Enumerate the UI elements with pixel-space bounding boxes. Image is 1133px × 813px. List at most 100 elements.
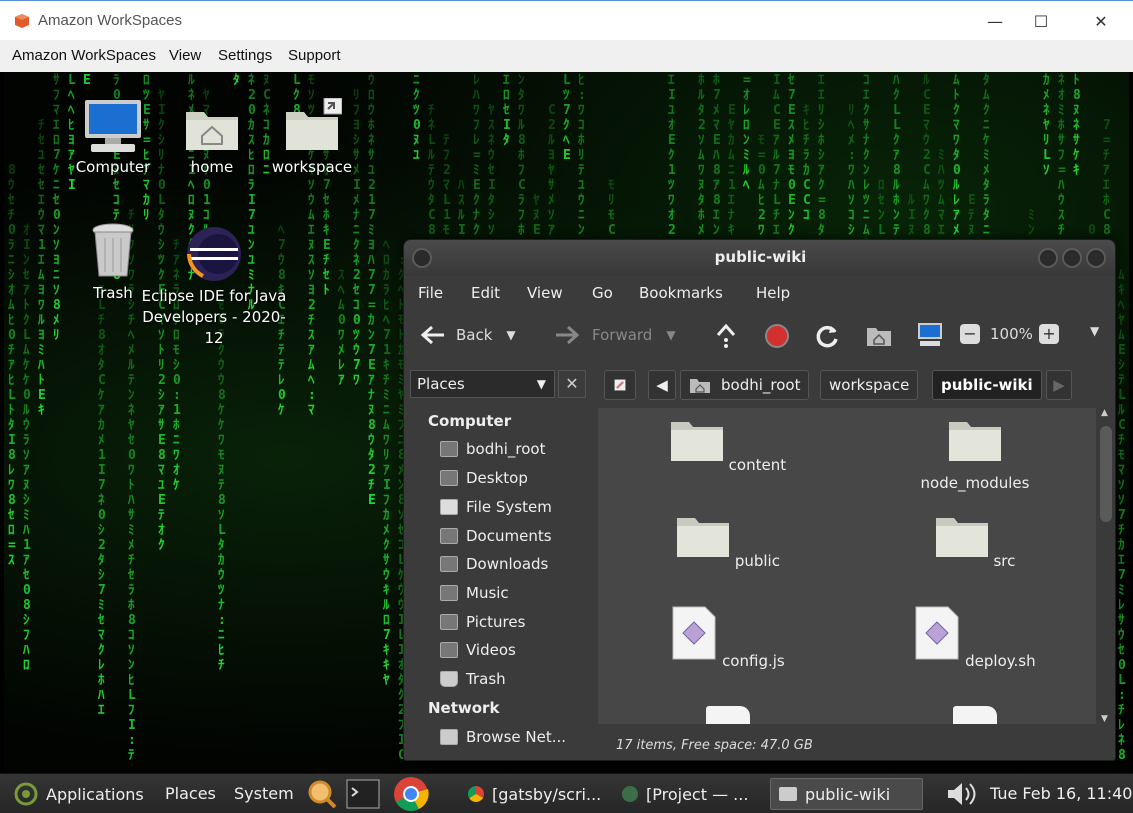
desktop-icon-home[interactable]: home (172, 98, 252, 176)
matrix-glyph: ﾃ (158, 508, 165, 523)
reload-button[interactable] (814, 323, 840, 349)
toolbar-overflow-button[interactable]: ▼ (1090, 324, 1099, 338)
close-button[interactable]: ✕ (1078, 7, 1124, 35)
menu-amazon-workspaces[interactable]: Amazon WorkSpaces (12, 47, 156, 64)
menu-file[interactable]: File (418, 284, 443, 302)
matrix-glyph: 8 (8, 448, 16, 463)
desktop-icon-eclipse[interactable]: Eclipse IDE for Java Developers - 2020-1… (134, 226, 294, 349)
menu-bookmarks[interactable]: Bookmarks (639, 284, 723, 302)
matrix-glyph: ﾜ (38, 298, 45, 313)
edit-location-button[interactable] (604, 370, 636, 400)
close-button[interactable] (1086, 248, 1106, 268)
sidebar-item-downloads[interactable]: Downloads (440, 555, 548, 573)
desktop-icon-computer[interactable]: Computer (68, 98, 158, 176)
system-menu-button[interactable]: System (234, 784, 294, 803)
matrix-glyph: ﾒ (953, 223, 960, 238)
home-button[interactable] (866, 323, 892, 347)
matrix-glyph: ﾐ (473, 163, 480, 178)
partially-visible-file[interactable] (706, 706, 750, 724)
zoom-out-button[interactable]: − (960, 324, 980, 344)
menu-go[interactable]: Go (592, 284, 613, 302)
menu-support[interactable]: Support (288, 47, 341, 64)
chrome-launcher[interactable] (393, 776, 429, 813)
forward-history-dropdown[interactable]: ▼ (666, 328, 675, 342)
sidebar-item-file-system[interactable]: File System (440, 498, 552, 516)
matrix-glyph: ﾆ (728, 163, 735, 178)
file-item-deploy-sh[interactable]: deploy.sh (895, 606, 1055, 670)
matrix-glyph: ｾ (877, 193, 885, 208)
zoom-in-button[interactable]: + (1038, 324, 1059, 344)
taskbar-window-project[interactable]: [Project — ... (614, 778, 756, 810)
maximize-button[interactable]: ☐ (1018, 7, 1064, 35)
breadcrumb-scroll-left[interactable]: ◀ (648, 370, 676, 400)
matrix-glyph: I (908, 208, 916, 223)
matrix-glyph: ﾖ (548, 148, 555, 163)
desktop-icon-workspace[interactable]: workspace (262, 98, 362, 176)
breadcrumb-workspace[interactable]: workspace (820, 370, 919, 400)
menu-help[interactable]: Help (756, 284, 790, 302)
sidebar-places-selector[interactable]: Places ▼ (410, 370, 555, 398)
matrix-glyph: 1 (203, 193, 211, 208)
back-button[interactable]: Back ▼ (418, 324, 516, 346)
matrix-glyph: E (1118, 343, 1126, 358)
sidebar-item-desktop[interactable]: Desktop (440, 469, 528, 487)
matrix-glyph: ｱ (23, 553, 30, 568)
file-view-scrollbar[interactable]: ▲ ▼ (1097, 408, 1115, 724)
search-launcher[interactable] (306, 779, 338, 813)
breadcrumb-scroll-right[interactable]: ▶ (1046, 370, 1072, 400)
matrix-glyph: ｹ (218, 418, 225, 433)
file-item-public[interactable]: public (648, 514, 808, 570)
menu-edit[interactable]: Edit (471, 284, 500, 302)
places-menu-button[interactable]: Places (165, 784, 216, 803)
sidebar-item-bodhi-root[interactable]: bodhi_root (440, 440, 545, 458)
file-item-config-js[interactable]: config.js (648, 606, 808, 670)
scrollbar-thumb[interactable] (1100, 426, 1112, 522)
partially-visible-file[interactable] (953, 706, 997, 724)
forward-button[interactable]: Forward ▼ (554, 324, 676, 346)
computer-button[interactable] (916, 322, 944, 348)
clock[interactable]: Tue Feb 16, 11:40 (990, 784, 1132, 803)
sidebar-item-pictures[interactable]: Pictures (440, 613, 525, 631)
matrix-glyph: ｼ (173, 358, 180, 373)
file-item-node-modules[interactable]: node_modules (895, 418, 1055, 492)
matrix-glyph: 0 (8, 328, 16, 343)
matrix-glyph: ｺ (113, 193, 120, 208)
matrix-glyph: L (773, 193, 781, 208)
file-item-src[interactable]: src (895, 514, 1055, 570)
matrix-glyph: ｻ (1073, 133, 1080, 148)
menu-view[interactable]: View (527, 284, 563, 302)
close-sidebar-button[interactable]: ✕ (558, 370, 586, 398)
matrix-glyph: I (248, 193, 256, 208)
up-button[interactable] (714, 323, 738, 349)
sidebar-item-trash[interactable]: Trash (440, 670, 506, 688)
file-item-content[interactable]: content (648, 418, 808, 474)
taskbar-window-gatsby[interactable]: [gatsby/scri... (460, 778, 609, 810)
sidebar-item-videos[interactable]: Videos (440, 641, 516, 659)
matrix-glyph: ﾓ (308, 73, 315, 88)
file-view[interactable]: content node_modules public src config.j… (598, 408, 1096, 724)
file-name: node_modules (920, 474, 1030, 492)
menu-settings[interactable]: Settings (218, 47, 272, 64)
stop-button[interactable] (764, 323, 790, 349)
scroll-down-arrow[interactable]: ▼ (1101, 714, 1108, 724)
breadcrumb-bodhi-root[interactable]: bodhi_root (680, 370, 810, 400)
maximize-button[interactable] (1062, 248, 1082, 268)
back-history-dropdown[interactable]: ▼ (506, 328, 515, 342)
terminal-launcher[interactable] (346, 779, 380, 813)
matrix-glyph: I (158, 103, 166, 118)
fm-titlebar[interactable]: public-wiki (404, 240, 1115, 276)
applications-menu-button[interactable]: Applications (6, 778, 152, 810)
sidebar-item-label: Videos (466, 641, 516, 659)
matrix-glyph: 0 (203, 178, 211, 193)
taskbar-window-public-wiki[interactable]: public-wiki (770, 778, 923, 810)
matrix-glyph: 2 (923, 148, 931, 163)
minimize-button[interactable]: — (972, 7, 1018, 35)
menu-view[interactable]: View (169, 47, 201, 64)
matrix-glyph: ｺ (848, 208, 855, 223)
sidebar-item-documents[interactable]: Documents (440, 527, 552, 545)
sidebar-item-music[interactable]: Music (440, 584, 509, 602)
volume-control[interactable] (944, 780, 984, 812)
breadcrumb-public-wiki[interactable]: public-wiki (932, 370, 1042, 400)
scroll-up-arrow[interactable]: ▲ (1101, 408, 1108, 418)
minimize-button[interactable] (1038, 248, 1058, 268)
